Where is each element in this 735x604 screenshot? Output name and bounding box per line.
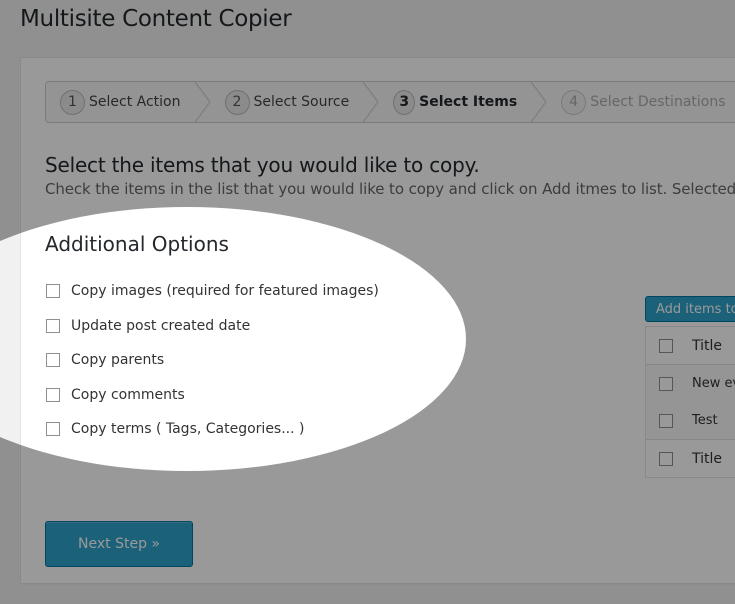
select-all-checkbox[interactable] [659,451,673,466]
select-all-checkbox[interactable] [659,338,673,353]
option-label: Update post created date [71,317,251,334]
additional-options-title: Additional Options [45,232,229,256]
step-number-badge: 3 [393,89,416,115]
next-step-button[interactable]: Next Step » [45,521,193,567]
step-select-items[interactable]: 3 Select Items [379,82,547,122]
chevron-right-icon [531,82,547,122]
chevron-right-icon [363,82,379,122]
section-heading: Select the items that you would like to … [45,153,480,177]
option-copy-terms[interactable]: Copy terms ( Tags, Categories... ) [45,412,379,447]
row-checkbox[interactable] [659,376,673,391]
row-checkbox[interactable] [659,413,673,428]
additional-options-list: Copy images (required for featured image… [45,274,379,447]
table-footer-row: Title [646,440,735,477]
table-header-row: Title [646,327,735,365]
column-footer-title[interactable]: Title [692,451,722,467]
step-select-action[interactable]: 1 Select Action [46,82,211,122]
option-label: Copy terms ( Tags, Categories... ) [71,421,305,438]
checkbox[interactable] [46,422,60,437]
step-label: Select Destinations [590,94,726,110]
option-update-post-date[interactable]: Update post created date [45,309,379,344]
option-copy-images[interactable]: Copy images (required for featured image… [45,274,379,309]
table-row[interactable]: Test [646,402,735,440]
wizard-panel: 1 Select Action 2 Select Source 3 Select… [20,57,735,584]
step-number-badge: 1 [60,89,85,115]
row-title: Test [692,413,718,428]
items-table: Title New eve Test Title [645,326,735,478]
option-copy-parents[interactable]: Copy parents [45,343,379,378]
checkbox[interactable] [46,353,60,368]
option-copy-comments[interactable]: Copy comments [45,378,379,413]
checkbox[interactable] [46,284,60,299]
step-number-badge: 4 [561,89,587,115]
option-label: Copy images (required for featured image… [71,283,379,300]
checkbox[interactable] [46,387,60,402]
add-items-button[interactable]: Add items to [645,296,735,322]
step-number-badge: 2 [224,89,250,115]
chevron-right-icon [194,82,211,122]
section-description: Check the items in the list that you wou… [45,180,735,198]
page-title: Multisite Content Copier [20,6,292,32]
option-label: Copy parents [71,352,165,369]
step-select-destinations[interactable]: 4 Select Destinations [547,82,735,122]
row-title: New eve [692,376,735,391]
option-label: Copy comments [71,386,185,403]
table-row[interactable]: New eve [646,365,735,402]
checkbox[interactable] [46,318,60,333]
step-label: Select Action [89,94,181,110]
step-label: Select Items [419,94,518,110]
wizard-steps: 1 Select Action 2 Select Source 3 Select… [45,81,735,123]
column-header-title[interactable]: Title [692,338,722,354]
step-label: Select Source [253,94,350,110]
step-select-source[interactable]: 2 Select Source [211,82,380,122]
